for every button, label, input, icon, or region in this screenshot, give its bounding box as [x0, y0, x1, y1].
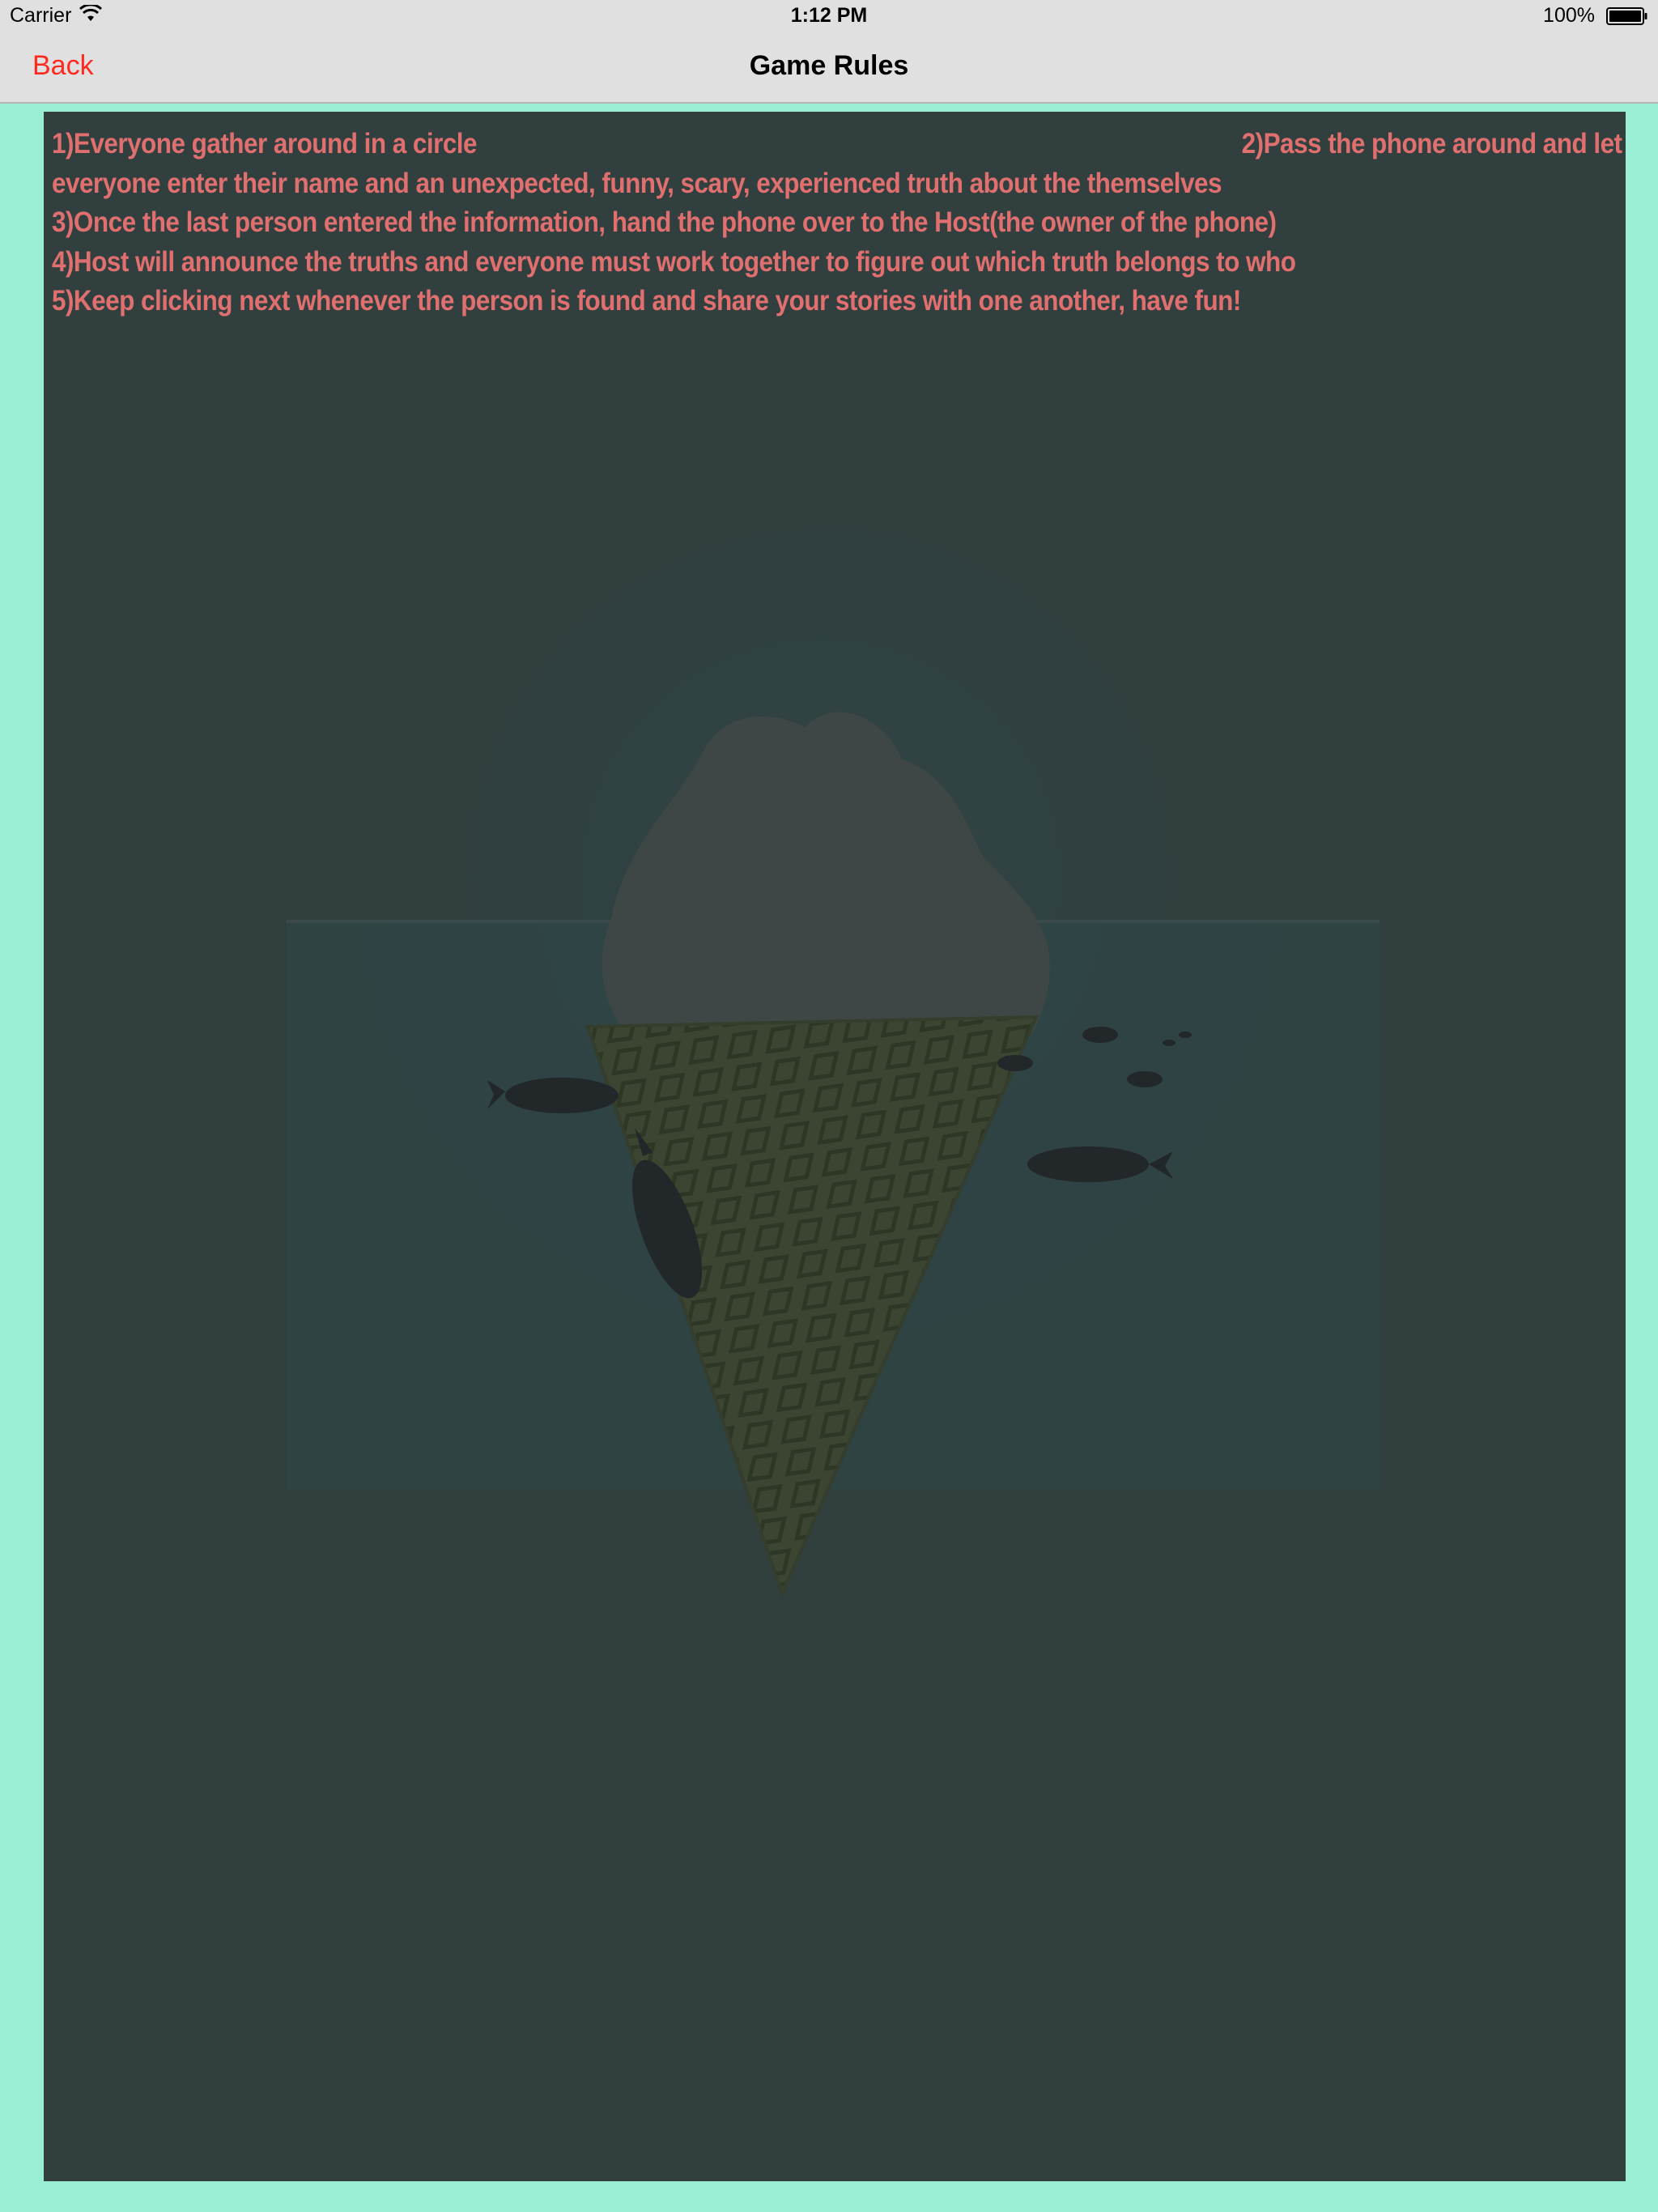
- rule-4-text: 4)Host will announce the truths and ever…: [52, 245, 1296, 278]
- status-time: 1:12 PM: [790, 4, 868, 27]
- status-bar: Carrier 1:12 PM 100%: [0, 0, 1658, 32]
- rule-line-1: 1)Everyone gather around in a circle 2)P…: [52, 125, 1622, 164]
- screen: Carrier 1:12 PM 100% Back Game Rules 1)E…: [0, 0, 1658, 2212]
- battery-icon: [1606, 7, 1647, 25]
- battery-percent: 100%: [1543, 4, 1595, 27]
- navigation-bar: Back Game Rules: [0, 32, 1658, 104]
- rule-2-text-end: everyone enter their name and an unexpec…: [52, 167, 1222, 199]
- rules-panel: 1)Everyone gather around in a circle 2)P…: [44, 112, 1626, 2181]
- rule-3-text: 3)Once the last person entered the infor…: [52, 206, 1277, 238]
- rules-text: 1)Everyone gather around in a circle 2)P…: [52, 125, 1622, 321]
- rule-5-text: 5)Keep clicking next whenever the person…: [52, 285, 1241, 317]
- page-title: Game Rules: [749, 50, 909, 81]
- rule-1-text: 1)Everyone gather around in a circle: [52, 128, 478, 160]
- rule-2-text-start: 2)Pass the phone around and let: [1241, 128, 1622, 160]
- iceberg-cone-illustration: [44, 112, 1626, 2181]
